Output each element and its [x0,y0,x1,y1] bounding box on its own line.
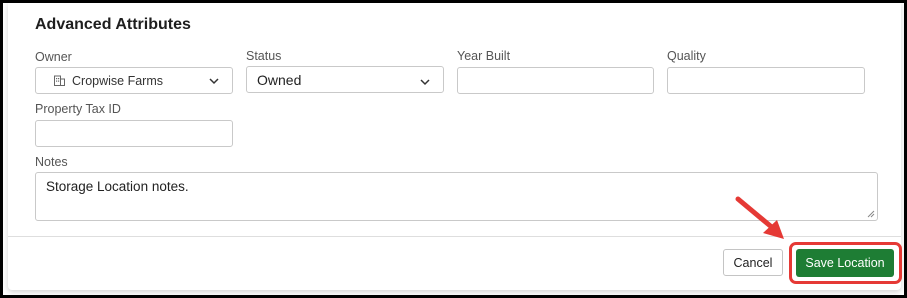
status-label: Status [246,49,282,63]
property-tax-id-label: Property Tax ID [35,102,121,116]
owner-select[interactable]: Cropwise Farms [35,67,233,94]
year-built-label: Year Built [457,49,511,63]
building-icon [54,75,65,86]
notes-label: Notes [35,155,68,169]
owner-value: Cropwise Farms [72,73,163,88]
quality-label: Quality [667,49,706,63]
chevron-down-icon [420,79,430,86]
resize-handle-icon[interactable] [867,210,875,218]
save-location-button[interactable]: Save Location [796,249,894,277]
section-title: Advanced Attributes [35,16,191,33]
year-built-input[interactable] [457,67,654,94]
owner-label: Owner [35,50,72,64]
annotation-arrow-icon [735,196,784,239]
status-value: Owned [257,71,302,88]
property-tax-id-input[interactable] [35,120,233,147]
quality-input[interactable] [667,67,865,94]
cancel-button[interactable]: Cancel [723,249,783,276]
status-select[interactable]: Owned [246,66,444,93]
notes-value: Storage Location notes. [46,179,189,194]
chevron-down-icon [209,78,219,85]
